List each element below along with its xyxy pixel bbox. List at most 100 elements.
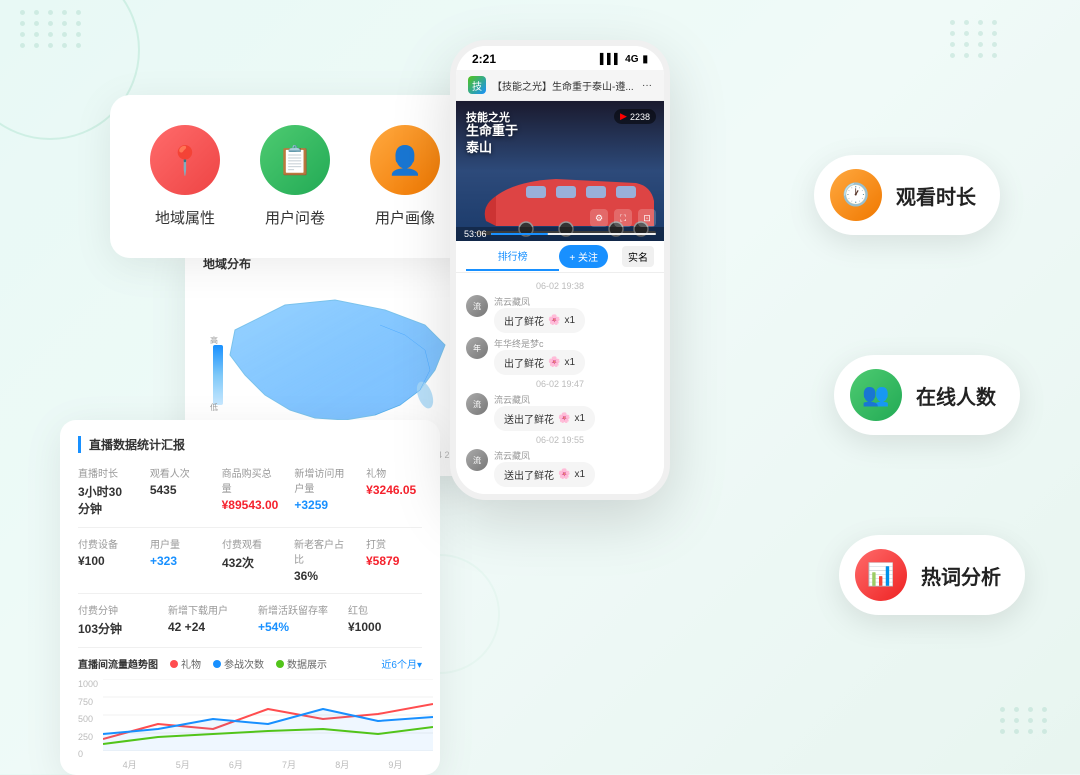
svg-text:低: 低 [210,402,218,412]
stats-row-1: 直播时长 3小时30分钟 观看人次 5435 商品购买总量 ¥89543.00 … [78,465,422,517]
stat-sales: 商品购买总量 ¥89543.00 [222,465,279,517]
stat-reward: 打赏 ¥5879 [366,536,422,583]
signal-bar-icon: ▌▌▌ [600,54,621,65]
online-count-badge: 👥 在线人数 [834,355,1020,435]
legend-months: 近6个月▾ [381,656,422,671]
legend-gifts: 礼物 [170,656,201,671]
svg-text:高: 高 [210,335,218,345]
chat-message-4: 流 流云藏凤 送出了鲜花 🌸 x1 [466,449,654,487]
stat-paid-min: 付费分钟 103分钟 [78,602,152,637]
chart-legend: 直播间流量趋势图 礼物 参战次数 数据展示 近6个月▾ [78,656,422,671]
stat-duration-label: 直播时长 [78,465,134,480]
phone-time: 2:21 [472,52,496,66]
decorative-dots-tr [950,20,1000,58]
stat-gifts: 礼物 ¥3246.05 [366,465,422,517]
chat-time-3: 06-02 19:55 [466,435,654,445]
chat-time-1: 06-02 19:38 [466,281,654,291]
stat-viewers: 观看人次 5435 [150,465,206,517]
stat-paid-device: 付费设备 ¥100 [78,536,134,583]
stat-new-users-value: +3259 [294,498,350,512]
status-icons: ▌▌▌ 4G ▮ [600,54,648,65]
map-visual: 高 低 [203,282,467,442]
chat-message-1: 流 流云藏凤 出了鲜花 🌸 x1 [466,295,654,333]
stat-gifts-label: 礼物 [366,465,422,480]
chat-message-3: 流 流云藏凤 送出了鲜花 🌸 x1 [466,393,654,431]
avatar-2: 年 [466,337,488,359]
watch-duration-label: 观看时长 [896,181,976,210]
stat-new-downloads: 新增下载用户 42 +24 [168,602,242,637]
line-chart: 10007505002500 4月5月6月7月8月9月 [78,679,422,759]
feature-item-geo[interactable]: 📍 地域属性 [150,125,220,228]
phone-tab-bar: 排行榜 + 关注 实名 [456,241,664,273]
battery-icon: ▮ [642,54,648,65]
real-name-badge: 实名 [622,246,654,267]
stat-paid-views: 付费观看 432次 [222,536,278,583]
portrait-label: 用户画像 [375,207,435,228]
stat-retention: 新增活跃留存率 +54% [258,602,332,637]
stat-sales-label: 商品购买总量 [222,465,279,495]
live-icon: ▶ [620,111,627,122]
chart-x-axis: 4月5月6月7月8月9月 [78,758,422,771]
chat-time-2: 06-02 19:47 [466,379,654,389]
stats-row-2: 付费设备 ¥100 用户量 +323 付费观看 432次 新老客户占比 36% … [78,536,422,583]
hot-words-badge: 📊 热词分析 [839,535,1025,615]
tab-ranking[interactable]: 排行榜 [466,242,559,271]
avatar-1: 流 [466,295,488,317]
notif-dots: ··· [642,80,652,91]
chart-y-axis: 10007505002500 [78,679,98,759]
geo-label: 地域属性 [155,207,215,228]
watch-duration-badge: 🕐 观看时长 [814,155,1000,235]
phone-notification: 技 【技能之光】生命重于泰山-遵... ··· [456,70,664,101]
video-controls: ⚙ ⛶ ⊡ [590,209,656,227]
follow-button-container: + 关注 [559,241,616,272]
stat-sales-value: ¥89543.00 [222,498,279,512]
watch-duration-icon: 🕐 [830,169,882,221]
phone-chat-area: 06-02 19:38 流 流云藏凤 出了鲜花 🌸 x1 年 年华终是梦c 出了… [456,273,664,495]
phone-status-bar: 2:21 ▌▌▌ 4G ▮ [456,46,664,70]
stats-row-3: 付费分钟 103分钟 新增下载用户 42 +24 新增活跃留存率 +54% 红包… [78,602,422,637]
progress-time: 53:06 [464,229,487,239]
chat-message-2: 年 年华终是梦c 出了鲜花 🌸 x1 [466,337,654,375]
survey-label: 用户问卷 [265,207,325,228]
feature-item-portrait[interactable]: 👤 用户画像 [370,125,440,228]
stat-duration-value: 3小时30分钟 [78,483,134,517]
video-subtitle-overlay: 生命重于泰山 [466,123,518,157]
legend-battles: 参战次数 [213,656,264,671]
avatar-3: 流 [466,393,488,415]
fullscreen-icon[interactable]: ⛶ [614,209,632,227]
stat-redpack: 红包 ¥1000 [348,602,422,637]
notif-app-icon: 技 [468,76,486,94]
feature-item-survey[interactable]: 📋 用户问卷 [260,125,330,228]
phone-video[interactable]: 技能之光 生命重于泰山 ▶ 2238 [456,101,664,241]
follow-button[interactable]: + 关注 [559,245,608,268]
network-icon: 4G [625,54,638,65]
stat-new-users: 新增访问用户量 +3259 [294,465,350,517]
hot-words-label: 热词分析 [921,561,1001,590]
stat-ratio: 新老客户占比 36% [294,536,350,583]
stat-viewers-value: 5435 [150,483,206,497]
notif-text: 【技能之光】生命重于泰山-遵... [492,78,636,93]
legend-data: 数据展示 [276,656,327,671]
phone-mockup: 2:21 ▌▌▌ 4G ▮ 技 【技能之光】生命重于泰山-遵... ··· 技能… [450,40,670,500]
portrait-icon: 👤 [370,125,440,195]
chart-title-text: 直播间流量趋势图 [78,656,158,671]
progress-fill [491,233,549,235]
video-progress-bar[interactable]: 53:06 [456,227,664,241]
progress-track [491,233,656,235]
online-count-label: 在线人数 [916,381,996,410]
stat-user-count: 用户量 +323 [150,536,206,583]
avatar-4: 流 [466,449,488,471]
cast-icon[interactable]: ⊡ [638,209,656,227]
stat-new-users-label: 新增访问用户量 [294,465,350,495]
stat-gifts-value: ¥3246.05 [366,483,422,497]
stat-viewers-label: 观看人次 [150,465,206,480]
hot-words-icon: 📊 [855,549,907,601]
live-count-badge: ▶ 2238 [614,109,656,124]
decorative-dots-br [1000,707,1050,734]
survey-icon: 📋 [260,125,330,195]
analytics-card: 直播数据统计汇报 直播时长 3小时30分钟 观看人次 5435 商品购买总量 ¥… [60,420,440,775]
live-count: 2238 [630,112,650,122]
feature-icons-card: 📍 地域属性 📋 用户问卷 👤 用户画像 [110,95,480,258]
settings-icon[interactable]: ⚙ [590,209,608,227]
online-count-icon: 👥 [850,369,902,421]
